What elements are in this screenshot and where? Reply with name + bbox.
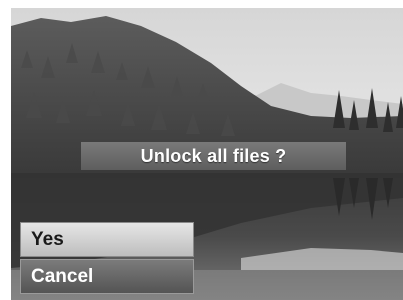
camera-lcd-screen: Unlock all files ? Yes Cancel	[11, 8, 403, 300]
yes-button-label: Yes	[31, 228, 64, 250]
unlock-dialog-message: Unlock all files ?	[81, 142, 346, 170]
cancel-button[interactable]: Cancel	[20, 259, 194, 294]
dialog-message-text: Unlock all files ?	[140, 145, 287, 166]
yes-button[interactable]: Yes	[20, 222, 194, 257]
cancel-button-label: Cancel	[31, 265, 94, 287]
